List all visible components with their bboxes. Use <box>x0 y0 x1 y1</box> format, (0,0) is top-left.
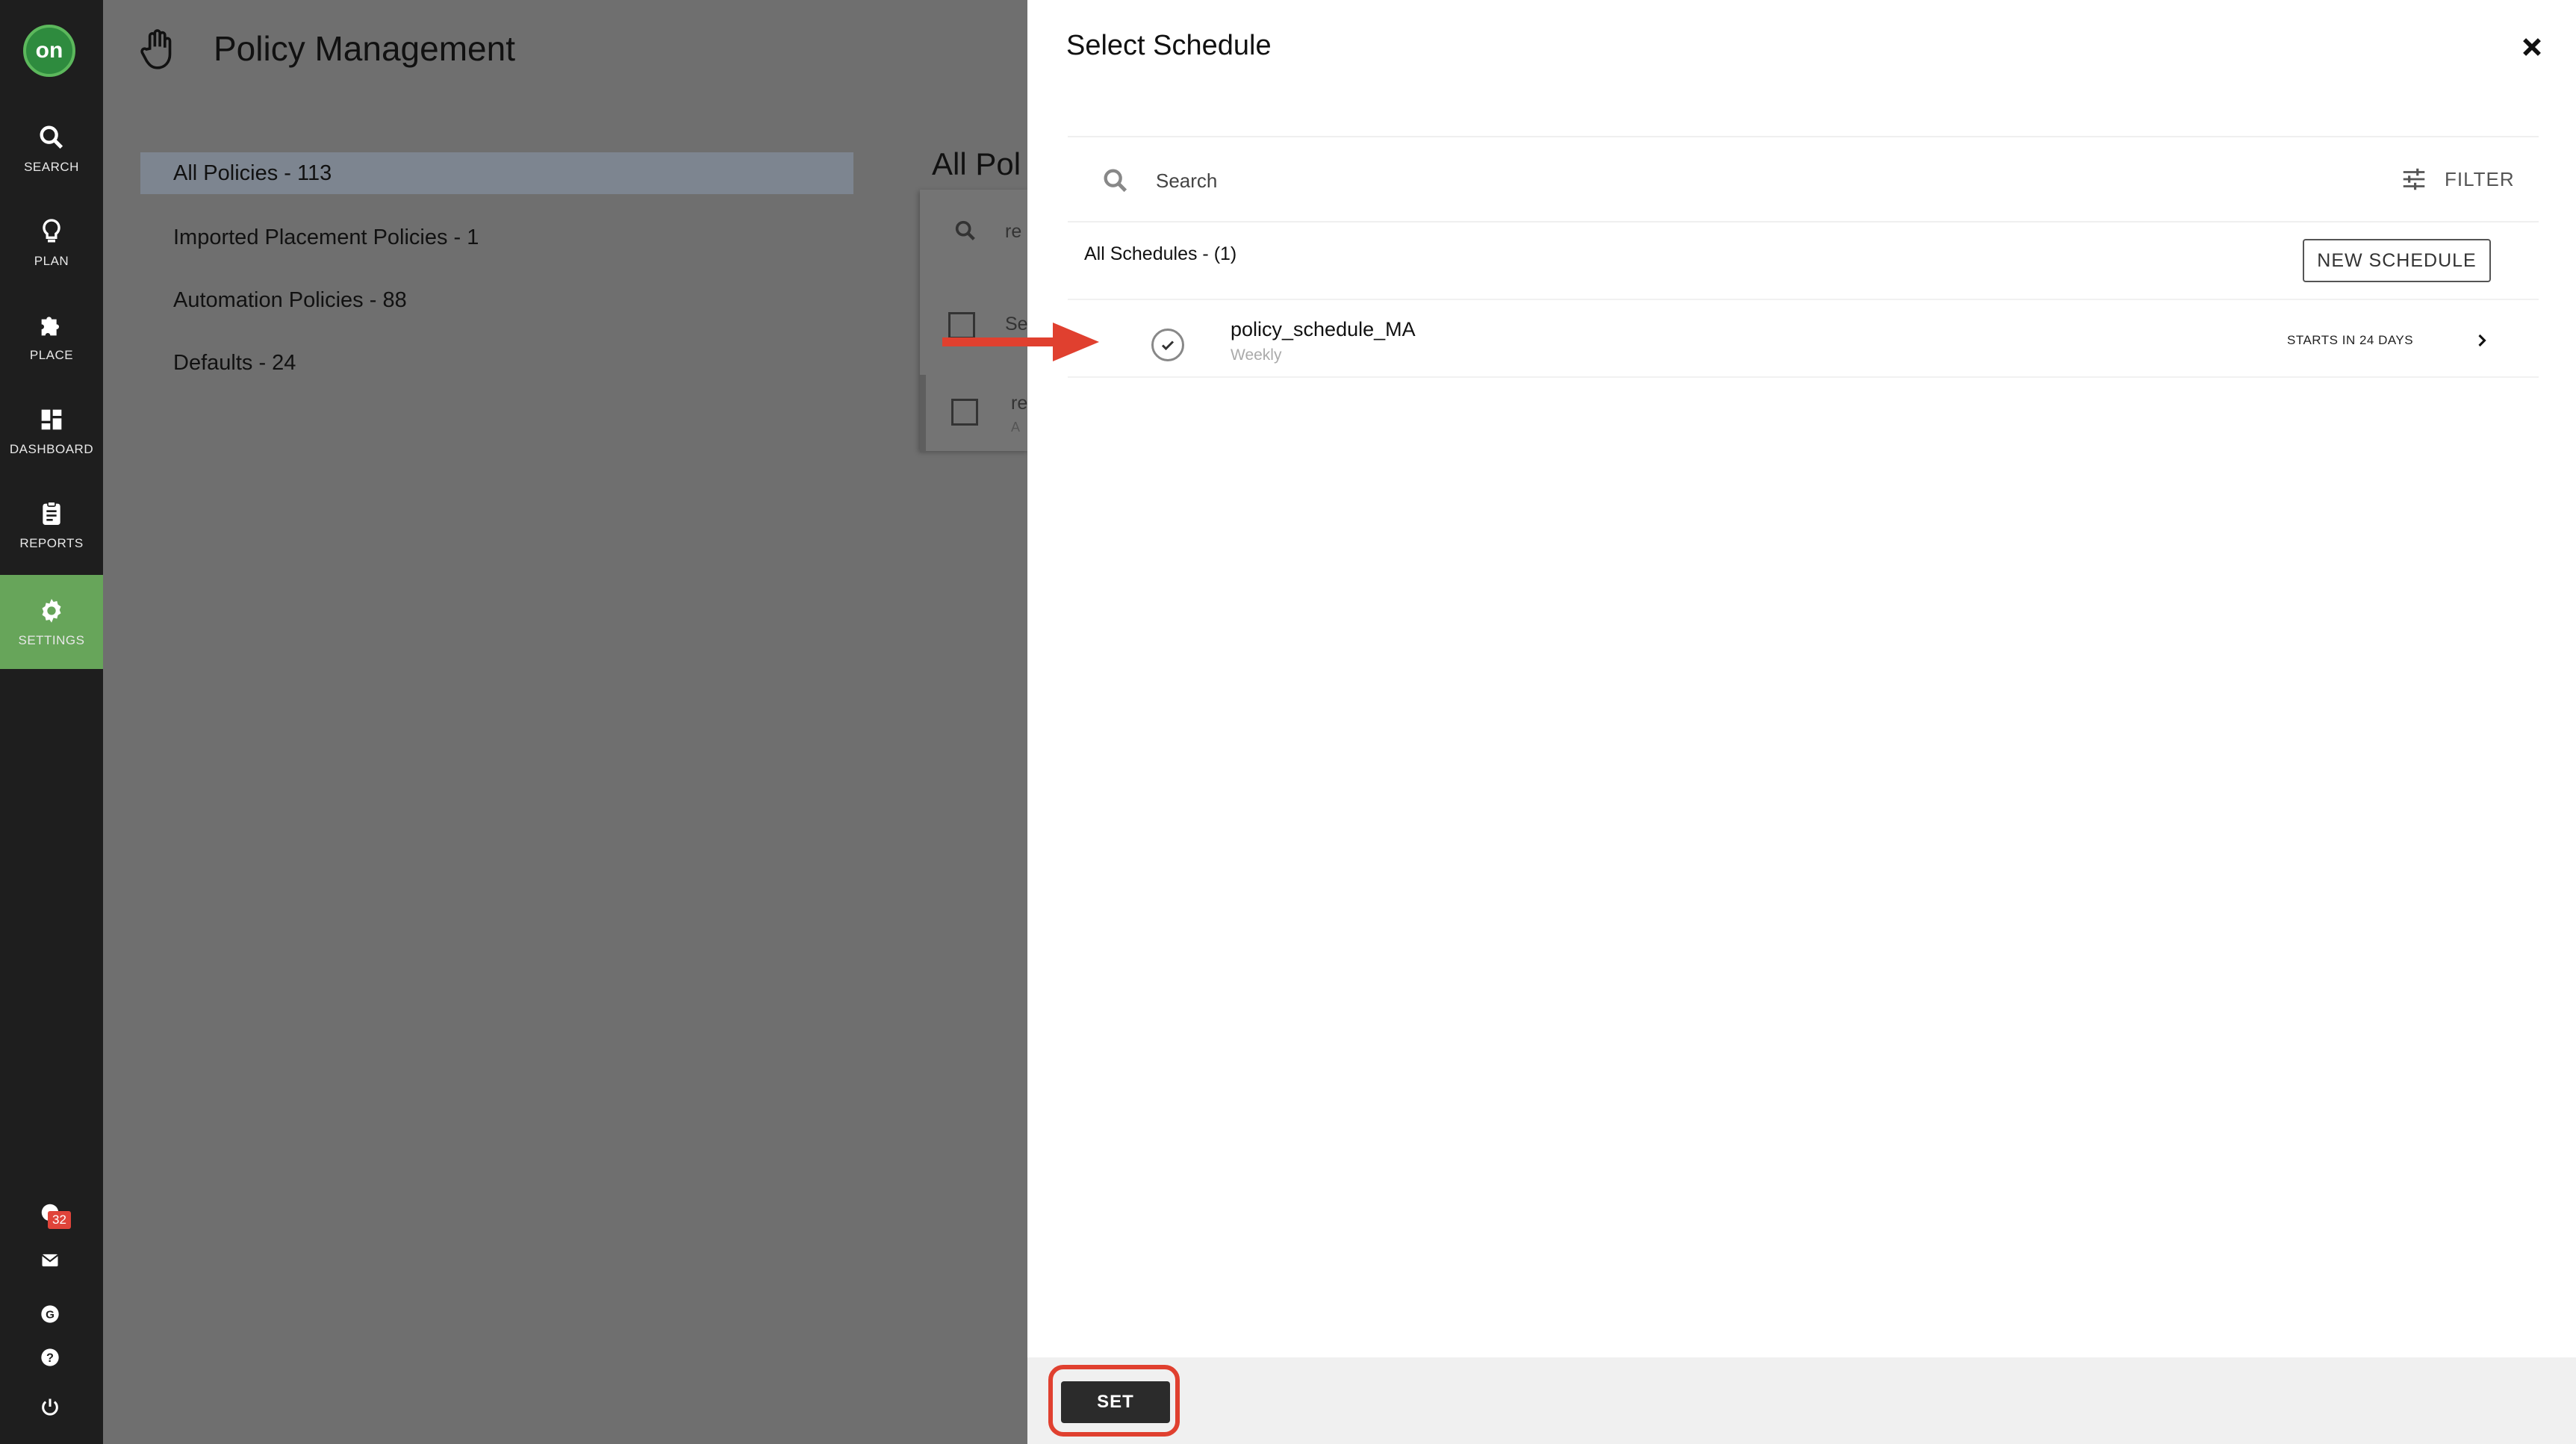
menu-item-defaults[interactable]: Defaults - 24 <box>140 342 853 384</box>
logo-text: on <box>35 38 63 63</box>
logout-button[interactable] <box>35 1392 65 1422</box>
row-checkbox[interactable] <box>951 399 978 426</box>
nav-item-reports[interactable]: REPORTS <box>0 478 103 572</box>
svg-text:G: G <box>46 1308 55 1321</box>
clipboard-icon <box>43 501 60 525</box>
mail-button[interactable] <box>35 1245 65 1275</box>
nav-item-label: SETTINGS <box>18 633 85 647</box>
nav-item-label: SEARCH <box>24 160 79 174</box>
gear-icon <box>42 599 61 623</box>
nav-item-label: PLACE <box>29 348 74 362</box>
row-label: re <box>1011 393 1028 414</box>
filter-label: FILTER <box>2445 167 2515 190</box>
panel-title: Select Schedule <box>1066 30 1272 61</box>
section-title: All Pol <box>932 146 1021 181</box>
power-icon <box>42 1398 58 1416</box>
new-schedule-button[interactable]: NEW SCHEDULE <box>2303 239 2491 282</box>
divider <box>1068 136 2539 137</box>
schedule-name: policy_schedule_MA <box>1231 318 1416 340</box>
logo[interactable]: on <box>23 25 75 77</box>
left-nav: on SEARCH PLAN PLACE DASHBOARD REPORTS S… <box>0 0 103 1444</box>
select-schedule-panel: Select Schedule FILTER All Schedules - (… <box>1027 0 2576 1444</box>
panel-footer: SET <box>1027 1357 2576 1444</box>
divider <box>1068 221 2539 222</box>
dashboard-icon <box>41 409 62 430</box>
nav-item-settings[interactable]: SETTINGS <box>0 575 103 669</box>
google-button[interactable]: G <box>35 1299 65 1329</box>
puzzle-icon <box>41 317 59 336</box>
help-button[interactable]: ? <box>35 1342 65 1372</box>
search-icon <box>1104 169 1127 193</box>
schedule-search-input[interactable] <box>1156 164 2201 197</box>
mail-icon <box>41 1254 59 1267</box>
lightbulb-icon <box>43 219 60 243</box>
row-indicator <box>920 375 926 452</box>
annotation-arrow <box>942 323 1099 361</box>
menu-item-imported-placement-policies[interactable]: Imported Placement Policies - 1 <box>140 217 853 258</box>
nav-item-label: PLAN <box>34 254 69 268</box>
help-icon: ? <box>41 1348 59 1366</box>
filter-button[interactable]: FILTER <box>2400 163 2515 196</box>
schedule-list-heading: All Schedules - (1) <box>1084 243 1237 264</box>
nav-item-dashboard[interactable]: DASHBOARD <box>0 384 103 478</box>
search-icon <box>955 220 975 240</box>
filter-sliders-icon <box>2403 168 2425 190</box>
schedule-frequency: Weekly <box>1231 346 1282 364</box>
svg-text:?: ? <box>46 1351 54 1365</box>
nav-item-search[interactable]: SEARCH <box>0 102 103 196</box>
nav-item-label: REPORTS <box>19 536 84 550</box>
policy-search-text: re <box>1005 221 1022 242</box>
row-sublabel: A <box>1011 420 1021 435</box>
notification-badge: 32 <box>48 1211 71 1229</box>
set-button[interactable]: SET <box>1061 1381 1170 1423</box>
chevron-right-icon[interactable] <box>2471 330 2492 351</box>
nav-item-plan[interactable]: PLAN <box>0 196 103 290</box>
checkmark-icon <box>1161 340 1175 351</box>
menu-item-all-policies[interactable]: All Policies - 113 <box>140 152 853 194</box>
page-title: Policy Management <box>214 29 515 68</box>
nav-item-place[interactable]: PLACE <box>0 290 103 384</box>
hand-icon <box>140 29 172 69</box>
schedule-row[interactable]: policy_schedule_MA Weekly STARTS IN 24 D… <box>1068 299 2539 378</box>
nav-item-label: DASHBOARD <box>9 442 94 456</box>
search-icon <box>40 125 63 149</box>
menu-item-automation-policies[interactable]: Automation Policies - 88 <box>140 279 853 321</box>
google-icon: G <box>41 1305 59 1323</box>
close-icon[interactable] <box>2519 34 2545 60</box>
schedule-start-info: STARTS IN 24 DAYS <box>2287 333 2414 347</box>
schedule-select-radio[interactable] <box>1151 329 1184 361</box>
